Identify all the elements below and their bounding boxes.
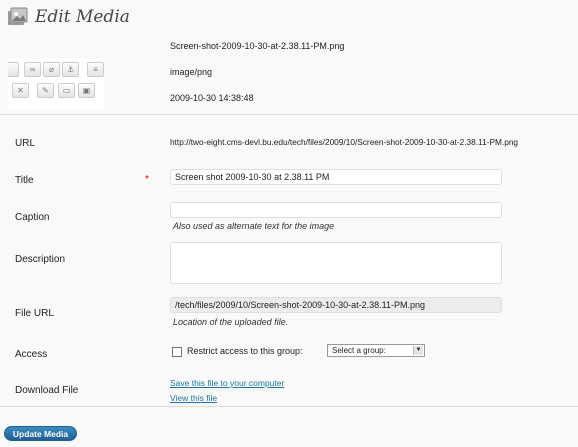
description-label: Description bbox=[15, 254, 66, 265]
file-mime-type: image/png bbox=[170, 67, 213, 77]
description-textarea[interactable] bbox=[170, 242, 502, 284]
access-label: Access bbox=[15, 349, 48, 360]
media-icon bbox=[8, 7, 28, 25]
file-url-help: Location of the uploaded file. bbox=[173, 317, 289, 327]
file-name: Screen-shot-2009-10-30-at-2.38.11-PM.png bbox=[170, 41, 345, 51]
title-label: Title bbox=[15, 175, 34, 186]
divider bbox=[0, 406, 578, 407]
group-select[interactable]: Select a group: ▼ bbox=[327, 344, 425, 357]
title-input[interactable] bbox=[170, 169, 502, 185]
caption-help: Also used as alternate text for the imag… bbox=[173, 221, 335, 231]
toolbar-partial-icon bbox=[8, 62, 19, 77]
file-url-input[interactable] bbox=[170, 297, 502, 313]
unlink-icon: ⌀ bbox=[43, 62, 60, 77]
table-icon: ▭ bbox=[58, 83, 75, 98]
image-thumbnail: ∞ ⌀ ⚓ ≡ ✕ ✎ ▭ ▣ bbox=[8, 58, 104, 110]
media-insert-icon: ▣ bbox=[78, 83, 95, 98]
restrict-access-label: Restrict access to this group: bbox=[187, 346, 303, 356]
file-date: 2009-10-30 14:38:48 bbox=[170, 93, 254, 103]
chevron-down-icon: ▼ bbox=[413, 346, 423, 355]
anchor-icon: ⚓ bbox=[62, 62, 79, 77]
save-file-link[interactable]: Save this file to your computer bbox=[170, 378, 284, 388]
group-select-value: Select a group: bbox=[332, 346, 386, 355]
required-mark: * bbox=[145, 174, 149, 185]
format-icon: ≡ bbox=[87, 62, 104, 77]
file-url-label: File URL bbox=[15, 308, 54, 319]
page-title: Edit Media bbox=[35, 7, 130, 27]
page-header: Edit Media bbox=[6, 4, 130, 30]
url-label: URL bbox=[15, 138, 36, 149]
caption-label: Caption bbox=[15, 212, 50, 223]
divider bbox=[0, 114, 578, 115]
update-media-button[interactable]: Update Media bbox=[4, 426, 77, 441]
restrict-access-checkbox[interactable] bbox=[172, 347, 182, 357]
download-file-label: Download File bbox=[15, 385, 79, 396]
link-icon: ∞ bbox=[24, 62, 41, 77]
remove-format-icon: ✕ bbox=[12, 83, 29, 98]
edit-icon: ✎ bbox=[37, 83, 54, 98]
url-value: http://two-eight.cms-devl.bu.edu/tech/fi… bbox=[170, 137, 519, 147]
view-file-link[interactable]: View this file bbox=[170, 393, 217, 403]
caption-input[interactable] bbox=[170, 202, 502, 218]
